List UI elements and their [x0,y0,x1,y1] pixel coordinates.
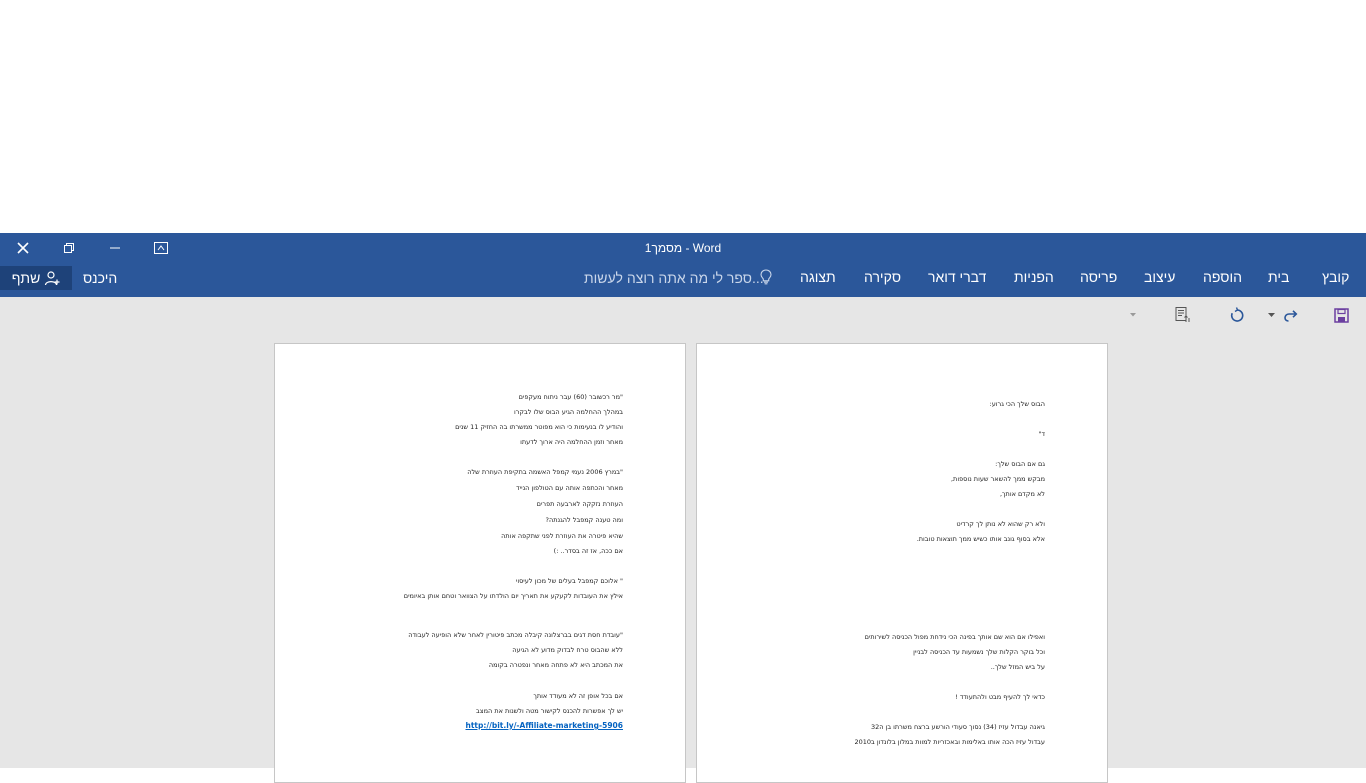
share-button-label: שתף [11,270,41,286]
redo-dropdown-button[interactable] [1264,305,1278,325]
restore-icon [64,243,74,253]
document-page-1[interactable]: הבוס שלך הכי גרוע: ד" גם אם הבוס שלך: מב… [696,343,1108,783]
window-title: מסמך1 - Word [644,241,722,255]
touch-mode-button[interactable] [1172,305,1194,325]
tab-design[interactable]: עיצוב [1144,269,1175,285]
undo-icon [1230,307,1244,322]
tell-me-search-box[interactable]: ספר לי מה אתה רוצה לעשות... [584,270,764,286]
ribbon-display-options-button[interactable] [138,233,184,263]
page1-line: ד" [1038,430,1045,438]
save-button[interactable] [1330,305,1352,325]
page2-line: ומה טענה קמפבל להגנתה? [545,516,624,524]
sign-in-link[interactable]: היכנס [83,270,117,286]
page2-line: ללא שהבוס טרח לבדוק מדוע לא הגיעה [512,646,623,654]
tab-layout[interactable]: פריסה [1080,269,1117,285]
page2-line: מאחר וזמן ההחלמה היה ארוך לדעתו [520,438,623,446]
page2-line: אם בכל אופן זה לא מעודד אותך [533,692,623,700]
affiliate-link[interactable]: http://bit.ly/-Affiliate-marketing-5906 [466,721,624,730]
redo-icon [1284,310,1298,322]
touch-mode-icon [1175,307,1190,322]
page2-line: את המכתב היא לא פתחה מאחר ונפטרה בקומה [488,661,623,669]
page2-line: אילץ את העובדות לקעקע את תאריך יום הולדת… [403,592,623,600]
tab-home[interactable]: בית [1268,269,1289,285]
page1-line: וכל בוקר הקלות שלך נשמעות עד הכניסה לבני… [913,648,1045,656]
page2-line: והודיע לו בנעימות כי הוא מפוטר ממשרתו בה… [455,423,623,431]
tab-mailings[interactable]: דברי דואר [928,269,986,285]
close-icon [17,242,29,254]
close-button[interactable] [0,233,46,263]
minimize-button[interactable] [92,233,138,263]
page1-line: על ביש המזל שלך.. [990,663,1045,671]
tab-view[interactable]: תצוגה [800,269,836,285]
page2-line: העוזרת נזקקה לארבעה תפרים [536,500,623,508]
page1-line: כדאי לך להעיף מבט ולהתעודד ! [955,693,1045,701]
minimize-icon [110,247,120,249]
page2-line: "במרץ 2006 נעמי קמפל האשמה בתקיפת העוזרת… [467,468,623,476]
page1-line: הבוס שלך הכי גרוע: [989,400,1046,408]
tab-insert[interactable]: הוספה [1203,269,1242,285]
page1-line: ולא רק שהוא לא נותן לך קרדיט [956,520,1045,528]
page2-line: יש לך אפשרות להכנס לקישור מטה ולשנות את … [476,707,623,715]
restore-button[interactable] [46,233,92,263]
chevron-down-icon [1267,312,1275,317]
share-button[interactable]: שתף [0,266,72,290]
page2-line: שהיא פיטרה את העוזרת לפני שתקפה אותה [501,532,623,540]
page2-line: "מר רכשובר (60) עבר ניתוח מעקפים [518,393,623,401]
page1-line: מבקש ממך להשאר שעות נוספות, [950,475,1045,483]
document-workspace: הבוס שלך הכי גרוע: ד" גם אם הבוס שלך: מב… [0,297,1366,783]
desktop-blank-area [0,0,1366,233]
page2-line: במהלך ההחלמה הגיע הבוס שלו לבקרו [513,408,623,416]
undo-button[interactable] [1226,305,1248,325]
tab-review[interactable]: סקירה [864,269,901,285]
user-add-icon [45,271,60,286]
page1-line: לא מקדם אותך, [999,490,1045,498]
tab-references[interactable]: הפניות [1014,269,1054,285]
customize-quick-access-icon [1130,313,1136,317]
tab-file[interactable]: קובץ [1322,269,1349,285]
redo-button[interactable] [1280,305,1302,325]
page1-line: ואפילו אם הוא שם אותך בפינה הכי נידחת מפ… [864,633,1045,641]
page2-line: אם ככה, אז זה בסדר.. :) [553,547,623,555]
page2-line: " אלוכם קמפבל בעלים של מכון לעיסוי [515,577,623,585]
title-bar: מסמך1 - Word [0,233,1366,263]
page2-line: "עובדת חסת דגים בברצלונה קיבלה מכתב פיטו… [408,631,623,639]
ribbon-tabs-bar: קובץ בית הוספה עיצוב פריסה הפניות דברי ד… [0,263,1366,297]
ribbon-display-options-icon [154,242,168,254]
page1-line: עבדול עזיז הכה אותו באלימות ובאכזריות למ… [854,738,1045,746]
page1-line: אלא בסוף גונב אותו כשיש ממך תוצאות טובות… [916,535,1045,543]
document-page-2[interactable]: "מר רכשובר (60) עבר ניתוח מעקפים במהלך ה… [274,343,686,783]
page1-line: גם אם הבוס שלך: [995,460,1045,468]
save-icon [1333,307,1349,323]
page2-line: מאחר והכתפה אותה עם הטולפון הנייד [516,484,623,492]
customize-quick-access-button[interactable] [1128,305,1138,325]
page1-line: גיאנה עבדול עזיז (34) נסוך סעודי הורשע ב… [870,723,1045,731]
